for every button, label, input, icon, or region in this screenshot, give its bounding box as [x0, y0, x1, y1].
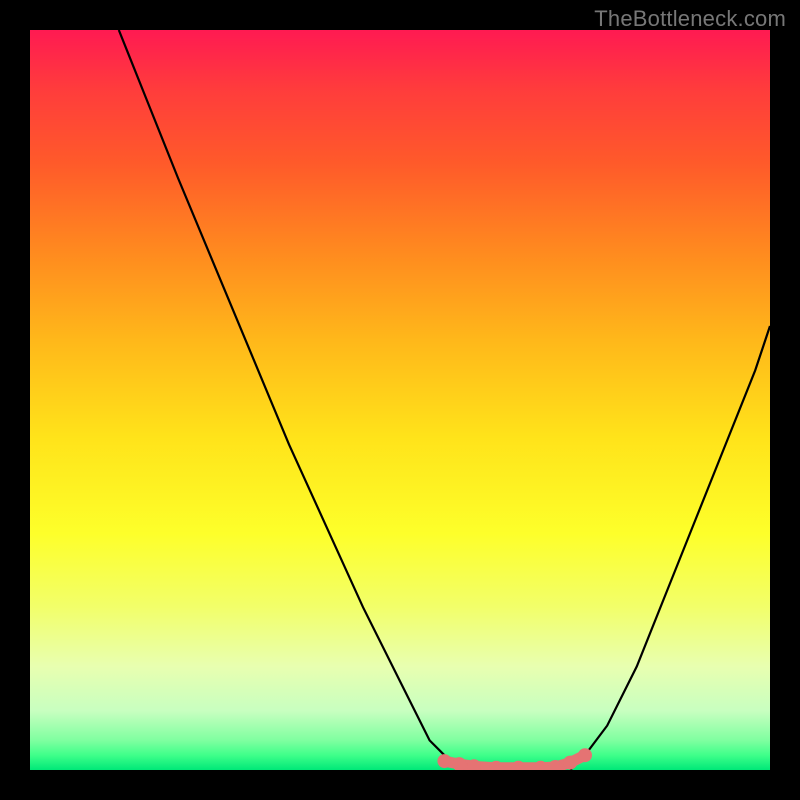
watermark-text: TheBottleneck.com [594, 6, 786, 32]
bottom-dot [437, 754, 451, 768]
left-curve [119, 30, 474, 770]
bottom-dot [563, 756, 577, 770]
bottom-dot [511, 761, 525, 770]
chart-svg [30, 30, 770, 770]
right-curve [570, 326, 770, 770]
bottom-dot [578, 748, 592, 762]
plot-area [30, 30, 770, 770]
bottom-dots [437, 748, 592, 770]
